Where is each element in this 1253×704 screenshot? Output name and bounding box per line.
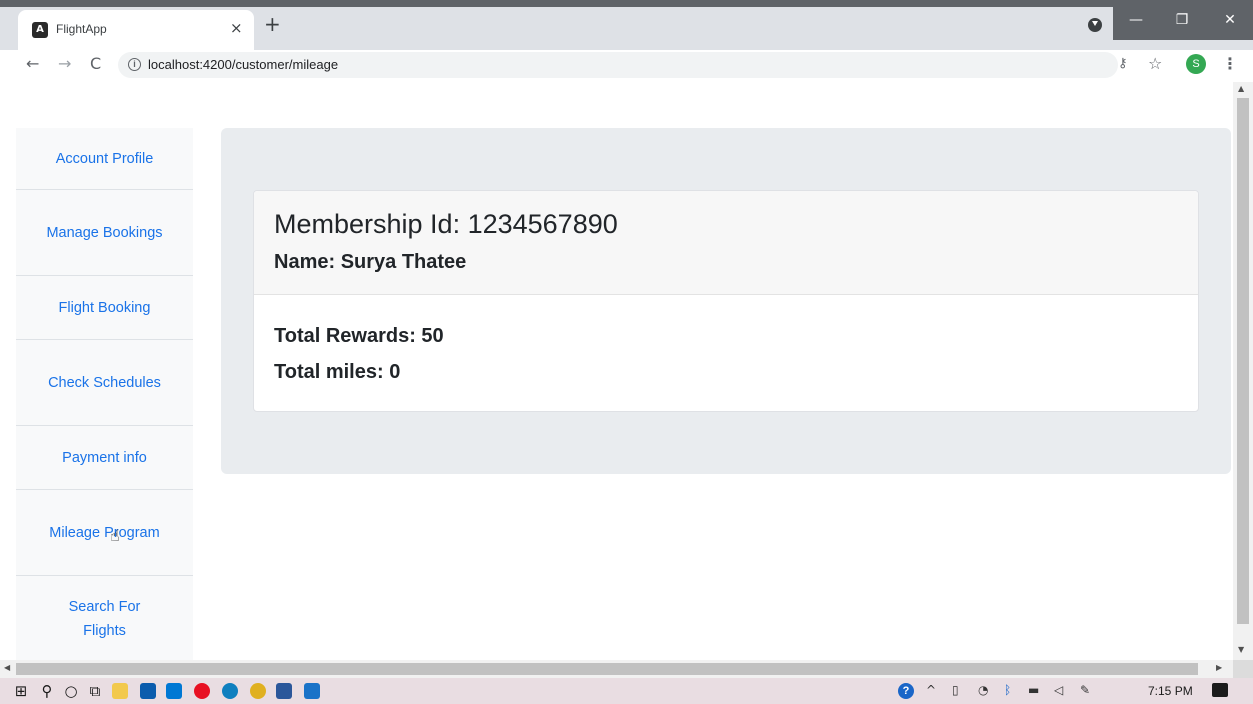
remote-desktop-icon[interactable] [304,683,320,699]
store-icon[interactable] [140,683,156,699]
tab-bar-top-line [0,0,1253,7]
windows-taskbar: ⊞ ⚲ ○ ⧉ ? ^ ▯ ◔ ᛒ ▬ ◁ ✎ 7:15 PM [0,678,1253,704]
sidebar-item-label: Search For Flights [68,598,141,639]
scroll-up-icon[interactable]: ▲ [1238,84,1244,93]
cortana-icon[interactable]: ○ [62,682,80,700]
vertical-scrollbar[interactable]: ▲ ▼ [1233,82,1253,660]
sidebar-item-manage-bookings[interactable]: Manage Bookings [16,190,193,276]
wifi-icon[interactable]: ◔ [978,683,988,697]
sidebar-item-label: Payment info [62,449,147,466]
media-control-icon[interactable] [1088,18,1102,32]
horizontal-scroll-thumb[interactable] [16,663,1198,675]
file-explorer-icon[interactable] [112,683,128,699]
scrollbar-corner [1233,660,1253,678]
sidebar-item-label: Check Schedules [48,374,161,391]
card-header: Membership Id: 1234567890 Name: Surya Th… [254,191,1198,295]
show-hidden-icons-chevron-icon[interactable]: ^ [926,683,936,697]
close-window-button[interactable]: ✕ [1207,0,1253,40]
maximize-button[interactable]: ❐ [1159,0,1205,40]
back-icon[interactable]: ← [26,54,39,73]
browser-tab-bar: A FlightApp × + — ❐ ✕ [0,0,1253,50]
member-name: Name: Surya Thatee [274,251,467,273]
sidebar-item-label: Manage Bookings [46,224,163,241]
search-icon[interactable]: ⚲ [38,682,56,700]
sidebar-item-label: Mileage Program [49,524,160,541]
help-icon[interactable]: ? [898,683,914,699]
opera-icon[interactable] [194,683,210,699]
page-viewport: Account Profile Manage Bookings Flight B… [0,82,1233,660]
hand-cursor-icon: ☝ [110,526,120,545]
sidebar-item-flight-booking[interactable]: Flight Booking [16,276,193,340]
vscode-icon[interactable] [166,683,182,699]
browser-tab[interactable]: A FlightApp × [18,10,254,50]
browser-menu-icon[interactable]: ⋮ [1222,54,1238,73]
total-miles: Total miles: 0 [274,361,401,383]
sidebar-item-mileage-program[interactable]: Mileage Program [16,490,193,576]
minimize-button[interactable]: — [1113,0,1159,40]
url-text[interactable]: localhost:4200/customer/mileage [148,57,338,72]
membership-id: Membership Id: 1234567890 [274,209,618,239]
tab-title: FlightApp [56,22,107,36]
info-icon[interactable]: i [128,58,141,71]
forward-icon[interactable]: → [58,54,71,73]
url-path: :4200/customer/mileage [199,57,339,72]
url-host: localhost [148,57,200,72]
sidebar-item-check-schedules[interactable]: Check Schedules [16,340,193,426]
pen-icon[interactable]: ✎ [1080,683,1090,697]
sidebar-item-account-profile[interactable]: Account Profile [16,128,193,190]
bookmark-star-icon[interactable]: ☆ [1148,54,1162,73]
volume-muted-icon[interactable]: ◁ [1054,683,1063,697]
browser-toolbar: ← → C i localhost:4200/customer/mileage … [0,50,1253,80]
angular-icon: A [32,22,48,38]
tablet-icon[interactable]: ▯ [952,683,959,697]
scroll-right-icon[interactable]: ▶ [1216,663,1222,672]
new-tab-button[interactable]: + [264,14,281,34]
scroll-left-icon[interactable]: ◀ [4,663,10,672]
sidebar: Account Profile Manage Bookings Flight B… [16,128,193,660]
sidebar-item-payment-info[interactable]: Payment info [16,426,193,490]
close-tab-icon[interactable]: × [230,19,243,37]
word-icon[interactable] [276,683,292,699]
address-bar[interactable]: i localhost:4200/customer/mileage [118,52,1118,78]
edge-icon[interactable] [222,683,238,699]
membership-card: Membership Id: 1234567890 Name: Surya Th… [253,190,1199,412]
key-icon[interactable]: ⚷ [1118,56,1128,71]
bluetooth-icon[interactable]: ᛒ [1004,683,1011,697]
vertical-scroll-thumb[interactable] [1237,98,1249,624]
clock[interactable]: 7:15 PM [1148,684,1193,698]
scroll-down-icon[interactable]: ▼ [1238,645,1244,654]
profile-avatar[interactable]: S [1186,54,1206,74]
sidebar-item-label: Flight Booking [58,299,151,316]
reload-icon[interactable]: C [90,54,101,73]
task-view-icon[interactable]: ⧉ [86,682,104,700]
mileage-panel: Membership Id: 1234567890 Name: Surya Th… [221,128,1231,474]
chrome-icon[interactable] [250,683,266,699]
horizontal-scrollbar[interactable]: ◀ ▶ [0,660,1233,678]
windows-start-icon[interactable]: ⊞ [12,682,30,700]
notifications-icon[interactable] [1212,683,1228,697]
sidebar-item-search-for-flights[interactable]: Search For Flights [16,576,193,660]
battery-icon[interactable]: ▬ [1028,683,1039,697]
sidebar-item-label: Account Profile [55,150,154,167]
total-rewards: Total Rewards: 50 [274,325,444,347]
